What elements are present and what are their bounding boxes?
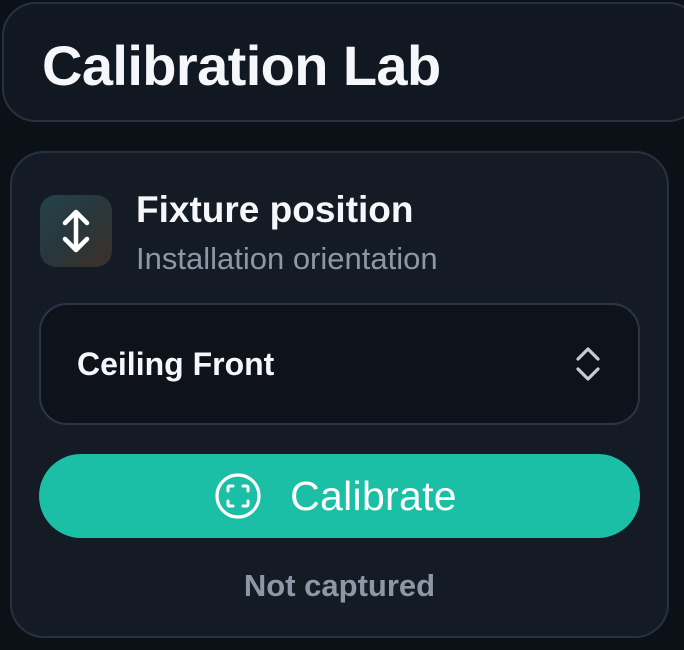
capture-status: Not captured (243, 568, 436, 603)
selected-position: Ceiling Front (77, 346, 275, 382)
calibrate-button[interactable]: Calibrate (39, 454, 640, 538)
vertical-arrows-icon (40, 195, 112, 267)
page-title: Calibration Lab (42, 34, 441, 97)
fixture-position-select[interactable]: Ceiling Front (39, 303, 640, 425)
fixture-position-card: Fixture position Installation orientatio… (10, 151, 669, 638)
app-header: Calibration Lab (2, 2, 684, 122)
chevron-up-down-icon (574, 345, 602, 383)
section-title: Fixture position (136, 189, 414, 230)
section-subtitle: Installation orientation (136, 241, 438, 276)
calibrate-button-label: Calibrate (290, 473, 457, 519)
focus-target-icon (215, 473, 261, 519)
